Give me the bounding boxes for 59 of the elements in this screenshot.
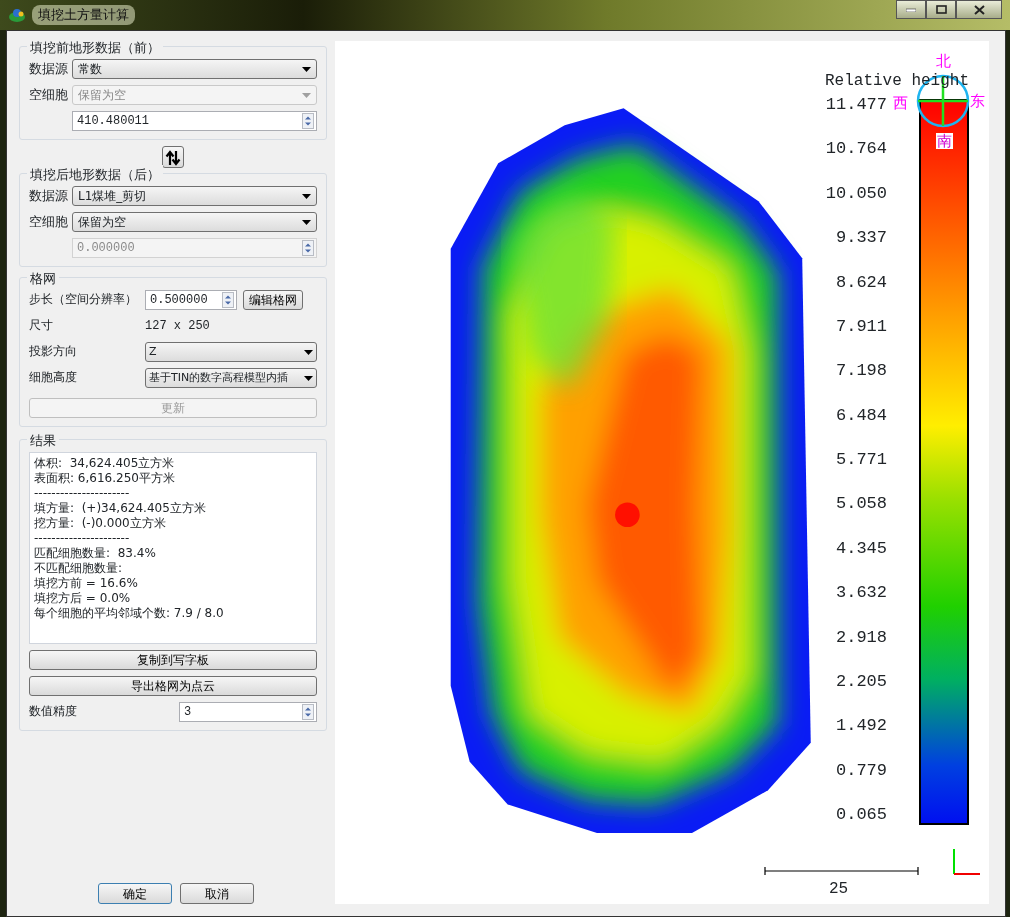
field-label: 空细胞 [29,85,69,104]
number-field[interactable]: 0.500000 [145,290,237,310]
east-label: 东 [970,93,985,109]
legend-value: 2.205 [836,670,887,693]
cancel-button[interactable]: 取消 [180,883,254,904]
legend-value: 10.764 [825,138,887,161]
legend-value: 2.918 [836,626,887,649]
ok-button[interactable]: 确定 [98,883,172,904]
legend-value: 7.198 [836,360,887,383]
result-line: 表面积: 6,616.250平方米 [34,471,176,486]
legend-value: 0.779 [836,759,887,782]
result-line: 不匹配细胞数量: [34,561,124,576]
grid-size-value: 127 x 250 [145,318,210,335]
legend-value: 11.477 [825,94,887,116]
result-line: 填挖方前 = 16.6% [34,576,139,591]
copy-to-wordpad-button[interactable]: 复制到写字板 [29,650,317,670]
dropdown[interactable]: L1煤堆_剪切 [72,186,317,206]
dropdown[interactable]: 保留为空 [72,212,317,232]
legend-value: 5.058 [836,493,887,516]
legend-value: 5.771 [836,449,887,471]
field-label: 投影方向 [29,343,78,361]
scale-label: 25 [829,879,849,900]
result-line: ---------------------- [34,531,131,546]
field-label: 尺寸 [29,317,54,335]
result-line: 挖方量: (-)0.000立方米 [34,516,167,531]
dropdown[interactable]: Z [145,342,317,362]
window-title: 填挖土方量计算 [32,5,135,25]
legend-value: 8.624 [836,271,887,294]
west-label: 西 [893,95,908,111]
export-point-cloud-button[interactable]: 导出格网为点云 [29,676,317,696]
result-line: 填方量: (+)34,624.405立方米 [34,501,207,516]
group-title: 填挖后地形数据（后） [27,165,163,185]
dropdown[interactable]: 常数 [72,59,317,79]
result-line: 填挖方后 = 0.0% [34,591,132,606]
legend-value: 1.492 [836,715,887,738]
legend-value: 0.065 [836,804,887,826]
field-label: 步长（空间分辨率） [29,291,138,309]
result-line: 每个细胞的平均邻域个数: 7.9 / 8.0 [34,606,225,621]
field-label: 数据源 [29,59,69,78]
result-line: 体积: 34,624.405立方米 [34,456,176,471]
field-label: 数值精度 [29,703,78,721]
dropdown[interactable]: 基于TIN的数字高程模型内插 [145,368,317,388]
south-label: 南 [936,133,953,149]
north-label: 北 [936,53,951,69]
group-title: 填挖前地形数据（前） [27,38,163,58]
legend-value: 7.911 [836,315,887,338]
result-line: 匹配细胞数量: 83.4% [34,546,157,561]
field-label: 空细胞 [29,212,69,231]
legend-value: 4.345 [836,537,887,560]
field-label: 细胞高度 [29,369,78,387]
legend-value: 10.050 [825,182,887,205]
legend-value: 6.484 [836,404,887,427]
field-label: 数据源 [29,186,69,205]
legend-value: 3.632 [836,582,887,605]
number-field[interactable]: 410.480011 [72,111,317,131]
legend-value: 9.337 [836,227,887,250]
edit-grid-button[interactable]: 编辑格网 [243,290,303,310]
number-field[interactable]: 3 [179,702,317,722]
result-line: ---------------------- [34,486,131,501]
